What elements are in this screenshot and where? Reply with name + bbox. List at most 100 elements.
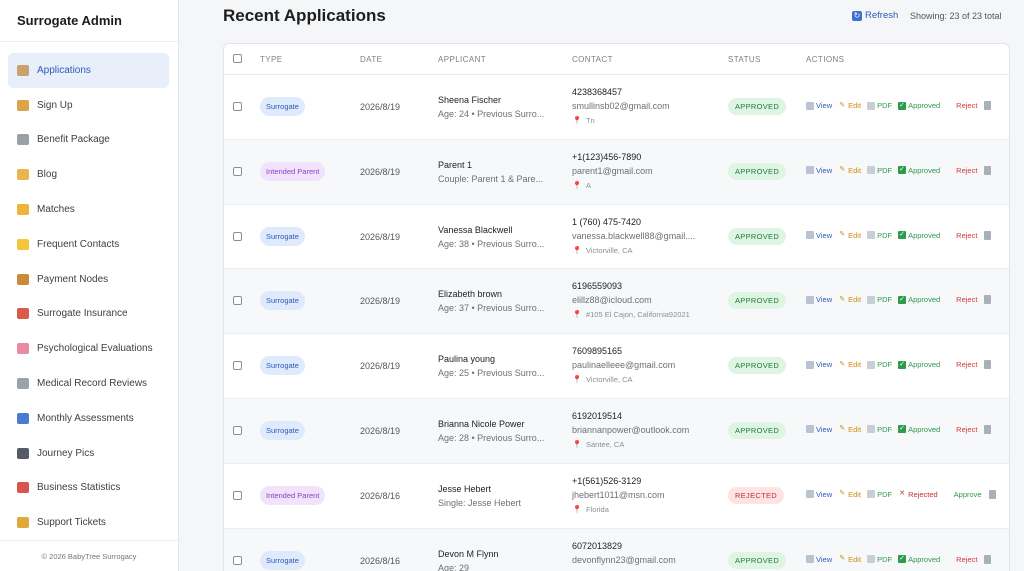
sidebar-item-applications[interactable]: Applications bbox=[8, 53, 169, 88]
status-badge: APPROVED bbox=[728, 162, 787, 180]
contact-cell: 4238368457 smullinsb02@gmail.com 📍 Tn bbox=[572, 87, 712, 125]
pdf-button[interactable]: PDF bbox=[867, 360, 892, 369]
sidebar-item-support-tickets[interactable]: Support Tickets bbox=[8, 505, 169, 540]
column-contact[interactable]: CONTACT bbox=[572, 55, 613, 64]
pdf-button[interactable]: PDF bbox=[867, 166, 892, 175]
refresh-button[interactable]: ↻ Refresh bbox=[852, 10, 898, 21]
row-checkbox[interactable] bbox=[233, 490, 242, 500]
approved-status[interactable]: ✓ Approved bbox=[898, 295, 940, 304]
edit-button[interactable]: ✎ Edit bbox=[838, 360, 861, 369]
approved-status[interactable]: ✓ Approved bbox=[898, 231, 940, 240]
trash-icon[interactable] bbox=[984, 101, 992, 110]
contact-phone: 6192019514 bbox=[572, 410, 623, 421]
sidebar-item-monthly-assessments[interactable]: Monthly Assessments bbox=[8, 401, 169, 436]
page-title: Recent Applications bbox=[223, 6, 386, 25]
contact-cell: 1 (760) 475-7420 vanessa.blackwell88@gmai… bbox=[572, 217, 712, 255]
applicant-details: Age: 25 • Previous Surro... bbox=[438, 368, 545, 379]
edit-button[interactable]: ✎ Edit bbox=[838, 490, 861, 499]
rejected-status-label: Rejected bbox=[908, 489, 938, 499]
view-button[interactable]: View bbox=[806, 295, 832, 304]
pdf-button[interactable]: PDF bbox=[867, 231, 892, 240]
approved-status[interactable]: ✓ Approved bbox=[898, 425, 940, 434]
contact-location: 📍 Florida bbox=[572, 505, 712, 514]
approved-status[interactable]: ✓ Approved bbox=[898, 360, 940, 369]
reject-button[interactable]: Reject bbox=[946, 295, 977, 304]
status-badge: APPROVED bbox=[728, 227, 787, 245]
rejected-status[interactable]: ✕ Rejected bbox=[898, 490, 938, 499]
application-date: 2026/8/19 bbox=[360, 231, 401, 242]
sidebar-item-psychological-evaluations[interactable]: Psychological Evaluations bbox=[8, 331, 169, 366]
sidebar-item-matches[interactable]: Matches bbox=[8, 192, 169, 227]
row-checkbox[interactable] bbox=[233, 296, 242, 306]
location-text: Tn bbox=[585, 116, 595, 125]
trash-icon[interactable] bbox=[984, 424, 992, 434]
sidebar-item-payment-nodes[interactable]: Payment Nodes bbox=[8, 262, 169, 297]
edit-button[interactable]: ✎ Edit bbox=[838, 425, 861, 434]
select-all-checkbox[interactable] bbox=[233, 54, 242, 63]
location-pin-icon: 📍 bbox=[572, 180, 582, 190]
sidebar-item-benefit-package[interactable]: Benefit Package bbox=[8, 123, 169, 158]
pdf-button[interactable]: PDF bbox=[867, 295, 892, 304]
approved-status[interactable]: ✓ Approved bbox=[898, 101, 940, 110]
view-button-label: View bbox=[816, 554, 833, 564]
view-button[interactable]: View bbox=[806, 101, 832, 110]
view-button[interactable]: View bbox=[806, 490, 832, 499]
sidebar-item-journey-pics[interactable]: Journey Pics bbox=[8, 436, 169, 471]
column-status[interactable]: STATUS bbox=[728, 55, 761, 64]
contact-phone: 7609895165 bbox=[572, 346, 623, 357]
sidebar-item-blog[interactable]: Blog bbox=[8, 157, 169, 192]
column-date[interactable]: DATE bbox=[360, 55, 382, 64]
sidebar-item-surrogate-insurance[interactable]: Surrogate Insurance bbox=[8, 297, 169, 332]
sidebar-item-business-statistics[interactable]: Business Statistics bbox=[8, 471, 169, 506]
column-applicant[interactable]: APPLICANT bbox=[438, 55, 486, 64]
view-button[interactable]: View bbox=[806, 231, 832, 240]
trash-icon[interactable] bbox=[984, 165, 992, 175]
view-button[interactable]: View bbox=[806, 360, 832, 369]
row-checkbox[interactable] bbox=[233, 361, 242, 371]
contact-location: 📍 Victorville, CA bbox=[572, 246, 712, 255]
edit-button[interactable]: ✎ Edit bbox=[838, 295, 861, 304]
view-button[interactable]: View bbox=[806, 555, 832, 564]
row-checkbox[interactable] bbox=[233, 166, 242, 176]
view-button[interactable]: View bbox=[806, 166, 832, 175]
pdf-button[interactable]: PDF bbox=[867, 555, 892, 564]
reject-button[interactable]: Reject bbox=[946, 166, 977, 175]
sidebar-item-medical-record-reviews[interactable]: Medical Record Reviews bbox=[8, 366, 169, 401]
row-checkbox[interactable] bbox=[233, 102, 242, 111]
table-row: Intended Parent 2026/8/19 Parent 1 Couple: … bbox=[224, 139, 1009, 205]
view-button[interactable]: View bbox=[806, 425, 832, 434]
reject-button[interactable]: Reject bbox=[946, 231, 977, 240]
edit-button[interactable]: ✎ Edit bbox=[838, 231, 861, 240]
contact-location: 📍 #105 El Cajon, California92021 bbox=[572, 310, 712, 319]
trash-icon[interactable] bbox=[988, 489, 996, 499]
reject-button[interactable]: Reject bbox=[946, 425, 977, 434]
sidebar-item-sign-up[interactable]: Sign Up bbox=[8, 88, 169, 123]
edit-button[interactable]: ✎ Edit bbox=[838, 101, 861, 110]
reject-button[interactable]: Reject bbox=[946, 555, 977, 564]
trash-icon[interactable] bbox=[984, 295, 992, 305]
pdf-button[interactable]: PDF bbox=[867, 490, 892, 499]
row-checkbox[interactable] bbox=[233, 555, 242, 565]
applicant-cell: Vanessa Blackwell Age: 38 • Previous Surr… bbox=[438, 225, 558, 249]
reject-button[interactable]: Reject bbox=[946, 101, 977, 110]
row-actions: View ✎ Edit PDF ✓ Approved Reject bbox=[806, 424, 992, 434]
approve-button[interactable]: Approve bbox=[944, 490, 982, 499]
sidebar-item-label: Matches bbox=[37, 204, 75, 216]
reject-button[interactable]: Reject bbox=[946, 360, 977, 369]
pdf-button[interactable]: PDF bbox=[867, 425, 892, 434]
edit-button[interactable]: ✎ Edit bbox=[838, 555, 861, 564]
approved-status[interactable]: ✓ Approved bbox=[898, 555, 940, 564]
trash-icon[interactable] bbox=[984, 554, 992, 564]
location-pin-icon: 📍 bbox=[572, 504, 582, 514]
trash-icon[interactable] bbox=[984, 360, 992, 370]
sidebar-item-frequent-contacts[interactable]: Frequent Contacts bbox=[8, 227, 169, 262]
edit-button[interactable]: ✎ Edit bbox=[838, 166, 861, 175]
approved-status[interactable]: ✓ Approved bbox=[898, 166, 940, 175]
row-checkbox[interactable] bbox=[233, 231, 242, 241]
pdf-icon bbox=[867, 101, 876, 110]
column-type[interactable]: TYPE bbox=[260, 55, 283, 64]
trash-icon[interactable] bbox=[984, 230, 992, 240]
pdf-button[interactable]: PDF bbox=[867, 101, 892, 110]
row-checkbox[interactable] bbox=[233, 425, 242, 435]
reject-icon bbox=[946, 361, 954, 369]
